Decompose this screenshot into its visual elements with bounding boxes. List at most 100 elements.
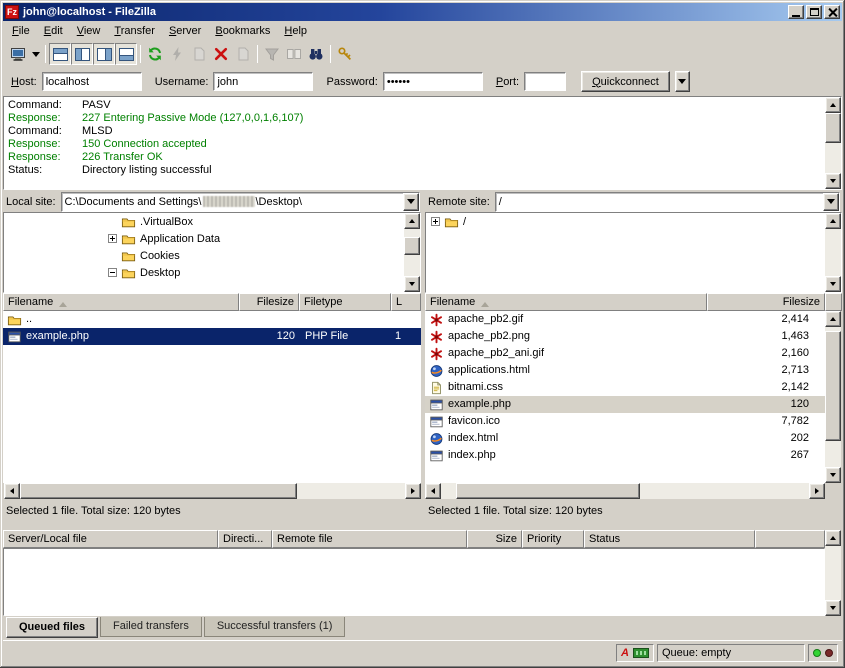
scroll-down-button[interactable] — [825, 600, 841, 616]
scrollbar-thumb[interactable] — [825, 113, 841, 143]
tree-expander-minus-icon[interactable] — [108, 268, 117, 277]
menu-view[interactable]: View — [70, 22, 108, 40]
file-row[interactable]: applications.html2,713 — [425, 362, 825, 379]
file-row[interactable]: apache_pb2.gif2,414 — [425, 311, 825, 328]
quickconnect-dropdown-button[interactable] — [675, 71, 690, 92]
scrollbar-track[interactable] — [20, 483, 405, 499]
tree-item[interactable]: Cookies — [4, 247, 420, 264]
find-files-button[interactable] — [305, 43, 327, 65]
tab-successful-transfers[interactable]: Successful transfers (1) — [204, 617, 346, 637]
tree-item[interactable]: / — [426, 213, 841, 230]
menu-edit[interactable]: Edit — [37, 22, 70, 40]
file-row[interactable]: favicon.ico7,782 — [425, 413, 825, 430]
settings-button[interactable] — [334, 43, 356, 65]
column-header-direction[interactable]: Directi... — [218, 530, 272, 548]
toggle-queue-button[interactable] — [115, 43, 137, 65]
column-header-priority[interactable]: Priority — [522, 530, 584, 548]
tree-item[interactable]: Application Data — [4, 230, 420, 247]
scroll-up-button[interactable] — [825, 97, 841, 113]
tree-item[interactable]: Desktop — [4, 264, 420, 281]
remote-list-hscrollbar[interactable] — [425, 483, 825, 499]
local-site-combo[interactable]: C:\Documents and Settings\ \Desktop\ — [61, 192, 420, 212]
scroll-left-button[interactable] — [4, 483, 20, 499]
remote-site-dropdown-button[interactable] — [823, 193, 839, 211]
tree-expander-plus-icon[interactable] — [108, 234, 117, 243]
scroll-right-button[interactable] — [405, 483, 421, 499]
column-header-status[interactable]: Status — [584, 530, 755, 548]
column-header-filesize[interactable]: Filesize — [239, 293, 299, 311]
file-row[interactable]: index.html202 — [425, 430, 825, 447]
toggle-remote-tree-button[interactable] — [93, 43, 115, 65]
column-header-server-local-file[interactable]: Server/Local file — [3, 530, 218, 548]
scrollbar-thumb[interactable] — [404, 237, 420, 255]
scrollbar-track[interactable] — [825, 113, 841, 173]
maximize-button[interactable] — [806, 5, 822, 19]
tree-expander-plus-icon[interactable] — [431, 217, 440, 226]
port-input[interactable] — [524, 72, 566, 91]
scroll-right-button[interactable] — [809, 483, 825, 499]
scroll-down-button[interactable] — [825, 467, 841, 483]
refresh-button[interactable] — [144, 43, 166, 65]
file-row[interactable]: .. — [3, 311, 421, 328]
column-header-filesize[interactable]: Filesize — [707, 293, 825, 311]
file-row[interactable]: apache_pb2.png1,463 — [425, 328, 825, 345]
scrollbar-track[interactable] — [825, 229, 841, 276]
tab-failed-transfers[interactable]: Failed transfers — [100, 617, 202, 637]
scrollbar-track[interactable] — [441, 483, 809, 499]
toggle-local-tree-button[interactable] — [71, 43, 93, 65]
titlebar[interactable]: Fz john@localhost - FileZilla — [3, 3, 842, 21]
file-row[interactable]: bitnami.css2,142 — [425, 379, 825, 396]
tab-queued-files[interactable]: Queued files — [6, 617, 98, 638]
column-header-remote-file[interactable]: Remote file — [272, 530, 467, 548]
scroll-down-button[interactable] — [825, 173, 841, 189]
queue-list[interactable] — [3, 548, 825, 616]
quickconnect-button[interactable]: Quickconnect — [581, 71, 670, 92]
queue-scrollbar[interactable] — [825, 530, 841, 616]
file-row[interactable]: apache_pb2_ani.gif2,160 — [425, 345, 825, 362]
column-header-filename[interactable]: Filename — [425, 293, 707, 311]
close-button[interactable] — [824, 5, 840, 19]
tree-item[interactable]: .VirtualBox — [4, 213, 420, 230]
scrollbar-track[interactable] — [404, 229, 420, 276]
site-manager-dropdown-button[interactable] — [29, 43, 42, 65]
filter-button[interactable] — [261, 43, 283, 65]
log-scrollbar[interactable] — [825, 97, 841, 189]
column-header-filename[interactable]: Filename — [3, 293, 239, 311]
scrollbar-thumb[interactable] — [825, 331, 841, 441]
column-header-size[interactable]: Size — [467, 530, 522, 548]
menu-bookmarks[interactable]: Bookmarks — [208, 22, 277, 40]
cancel-operation-button[interactable] — [188, 43, 210, 65]
minimize-button[interactable] — [788, 5, 804, 19]
scrollbar-thumb[interactable] — [456, 483, 640, 499]
scroll-up-button[interactable] — [825, 213, 841, 229]
site-manager-button[interactable] — [7, 43, 29, 65]
scroll-left-button[interactable] — [425, 483, 441, 499]
remote-tree-scrollbar[interactable] — [825, 213, 841, 292]
scroll-down-button[interactable] — [825, 276, 841, 292]
remote-site-combo[interactable]: / — [495, 192, 840, 212]
disconnect-button[interactable] — [210, 43, 232, 65]
scroll-down-button[interactable] — [404, 276, 420, 292]
file-row-selected[interactable]: example.php 120 PHP File 1 — [3, 328, 421, 345]
password-input[interactable] — [383, 72, 483, 91]
local-tree-scrollbar[interactable] — [404, 213, 420, 292]
directory-comparison-button[interactable] — [283, 43, 305, 65]
menu-transfer[interactable]: Transfer — [107, 22, 162, 40]
scrollbar-track[interactable] — [825, 327, 841, 467]
file-row-selected[interactable]: example.php120 — [425, 396, 825, 413]
file-row[interactable]: index.php267 — [425, 447, 825, 464]
local-site-dropdown-button[interactable] — [403, 193, 419, 211]
username-input[interactable] — [213, 72, 313, 91]
menu-help[interactable]: Help — [277, 22, 314, 40]
scroll-up-button[interactable] — [825, 530, 841, 546]
local-list-hscrollbar[interactable] — [4, 483, 421, 499]
column-header-last-modified[interactable]: L — [391, 293, 421, 311]
scroll-up-button[interactable] — [825, 311, 841, 327]
remote-list-scrollbar[interactable] — [825, 311, 841, 483]
toggle-message-log-button[interactable] — [49, 43, 71, 65]
process-queue-button[interactable] — [166, 43, 188, 65]
scroll-up-button[interactable] — [404, 213, 420, 229]
host-input[interactable] — [42, 72, 142, 91]
menu-file[interactable]: File — [5, 22, 37, 40]
reconnect-button[interactable] — [232, 43, 254, 65]
